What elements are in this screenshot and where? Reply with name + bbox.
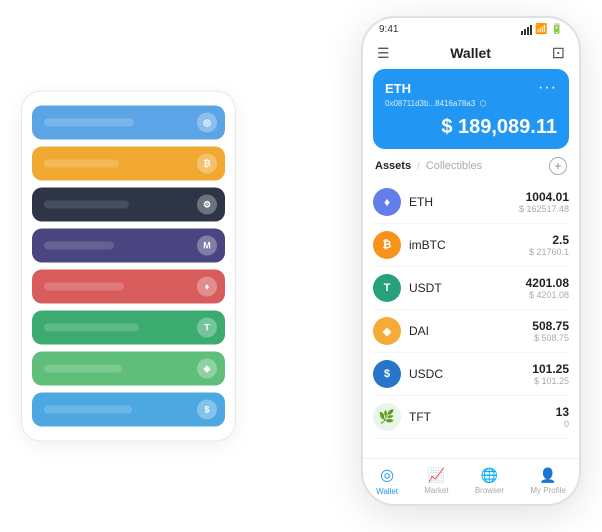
tft-icon: 🌿 (373, 403, 401, 431)
card-icon: T (197, 318, 217, 338)
eth-icon: ♦ (373, 188, 401, 216)
list-item[interactable]: $ (32, 393, 225, 427)
card-icon: ◈ (197, 359, 217, 379)
status-time: 9:41 (379, 24, 398, 35)
asset-name-usdc: USDC (409, 367, 532, 381)
eth-card[interactable]: ETH ··· 0x08711d3b...8416a78a3 ⬡ $ 189,0… (373, 69, 569, 149)
asset-name-dai: DAI (409, 324, 532, 338)
status-icons: 📶 🔋 (521, 24, 563, 35)
battery-icon: 🔋 (551, 24, 563, 35)
nav-label-wallet: Wallet (376, 487, 398, 496)
nav-wallet[interactable]: ◎ Wallet (376, 465, 398, 496)
list-item[interactable]: T (32, 311, 225, 345)
asset-row-tft[interactable]: 🌿 TFT 13 0 (373, 396, 569, 439)
list-item[interactable]: M (32, 229, 225, 263)
dai-icon: ◈ (373, 317, 401, 345)
asset-values-imbtc: 2.5 $ 21760.1 (529, 233, 569, 257)
assets-tabs: Assets / Collectibles (375, 160, 482, 172)
usdc-icon: $ (373, 360, 401, 388)
asset-name-imbtc: imBTC (409, 238, 529, 252)
nav-label-market: Market (424, 486, 448, 495)
asset-row-dai[interactable]: ◈ DAI 508.75 $ 508.75 (373, 310, 569, 353)
usdt-icon: T (373, 274, 401, 302)
eth-card-header: ETH ··· (385, 79, 557, 97)
list-item[interactable]: ♦ (32, 270, 225, 304)
phone: 9:41 📶 🔋 ☰ Wallet ⊡ ETH ··· (361, 16, 581, 506)
wallet-nav-icon: ◎ (380, 465, 394, 485)
bottom-nav: ◎ Wallet 📈 Market 🌐 Browser 👤 My Profile (363, 458, 579, 504)
asset-values-eth: 1004.01 $ 162517.48 (519, 190, 569, 214)
list-item[interactable]: ₿ (32, 147, 225, 181)
add-asset-button[interactable]: + (549, 157, 567, 175)
menu-icon[interactable]: ☰ (377, 46, 390, 60)
asset-name-eth: ETH (409, 195, 519, 209)
tab-collectibles[interactable]: Collectibles (426, 160, 482, 172)
asset-values-usdt: 4201.08 $ 4201.08 (526, 276, 569, 300)
asset-values-usdc: 101.25 $ 101.25 (532, 362, 569, 386)
scan-icon[interactable]: ⊡ (552, 43, 565, 63)
card-icon: ⚙ (197, 195, 217, 215)
status-bar: 9:41 📶 🔋 (363, 18, 579, 39)
asset-list: ♦ ETH 1004.01 $ 162517.48 ₿ imBTC 2.5 $ … (363, 181, 579, 458)
card-icon: ♦ (197, 277, 217, 297)
card-icon: ◎ (197, 113, 217, 133)
list-item[interactable]: ◎ (32, 106, 225, 140)
asset-name-tft: TFT (409, 410, 556, 424)
card-icon: M (197, 236, 217, 256)
wifi-icon: 📶 (535, 24, 547, 35)
card-icon: ₿ (197, 154, 217, 174)
card-icon: $ (197, 400, 217, 420)
nav-browser[interactable]: 🌐 Browser (475, 467, 504, 495)
list-item[interactable]: ⚙ (32, 188, 225, 222)
eth-address: 0x08711d3b...8416a78a3 ⬡ (385, 99, 557, 108)
eth-symbol: ETH (385, 81, 411, 96)
assets-header: Assets / Collectibles + (363, 157, 579, 181)
asset-row-eth[interactable]: ♦ ETH 1004.01 $ 162517.48 (373, 181, 569, 224)
card-stack: ◎ ₿ ⚙ M ♦ T ◈ $ (21, 91, 236, 442)
asset-values-tft: 13 0 (556, 405, 569, 429)
eth-card-menu[interactable]: ··· (538, 79, 557, 97)
asset-row-imbtc[interactable]: ₿ imBTC 2.5 $ 21760.1 (373, 224, 569, 267)
asset-values-dai: 508.75 $ 508.75 (532, 319, 569, 343)
nav-market[interactable]: 📈 Market (424, 467, 448, 495)
market-nav-icon: 📈 (428, 467, 445, 484)
asset-row-usdc[interactable]: $ USDC 101.25 $ 101.25 (373, 353, 569, 396)
imbtc-icon: ₿ (373, 231, 401, 259)
asset-name-usdt: USDT (409, 281, 526, 295)
page-title: Wallet (450, 45, 491, 61)
list-item[interactable]: ◈ (32, 352, 225, 386)
scene: ◎ ₿ ⚙ M ♦ T ◈ $ (21, 16, 581, 516)
nav-label-browser: Browser (475, 486, 504, 495)
eth-balance: $ 189,089.11 (385, 116, 557, 139)
phone-header: ☰ Wallet ⊡ (363, 39, 579, 69)
profile-nav-icon: 👤 (539, 467, 556, 484)
signal-icon (521, 25, 532, 35)
nav-label-profile: My Profile (530, 486, 566, 495)
asset-row-usdt[interactable]: T USDT 4201.08 $ 4201.08 (373, 267, 569, 310)
nav-profile[interactable]: 👤 My Profile (530, 467, 566, 495)
browser-nav-icon: 🌐 (481, 467, 498, 484)
tab-assets[interactable]: Assets (375, 160, 411, 172)
